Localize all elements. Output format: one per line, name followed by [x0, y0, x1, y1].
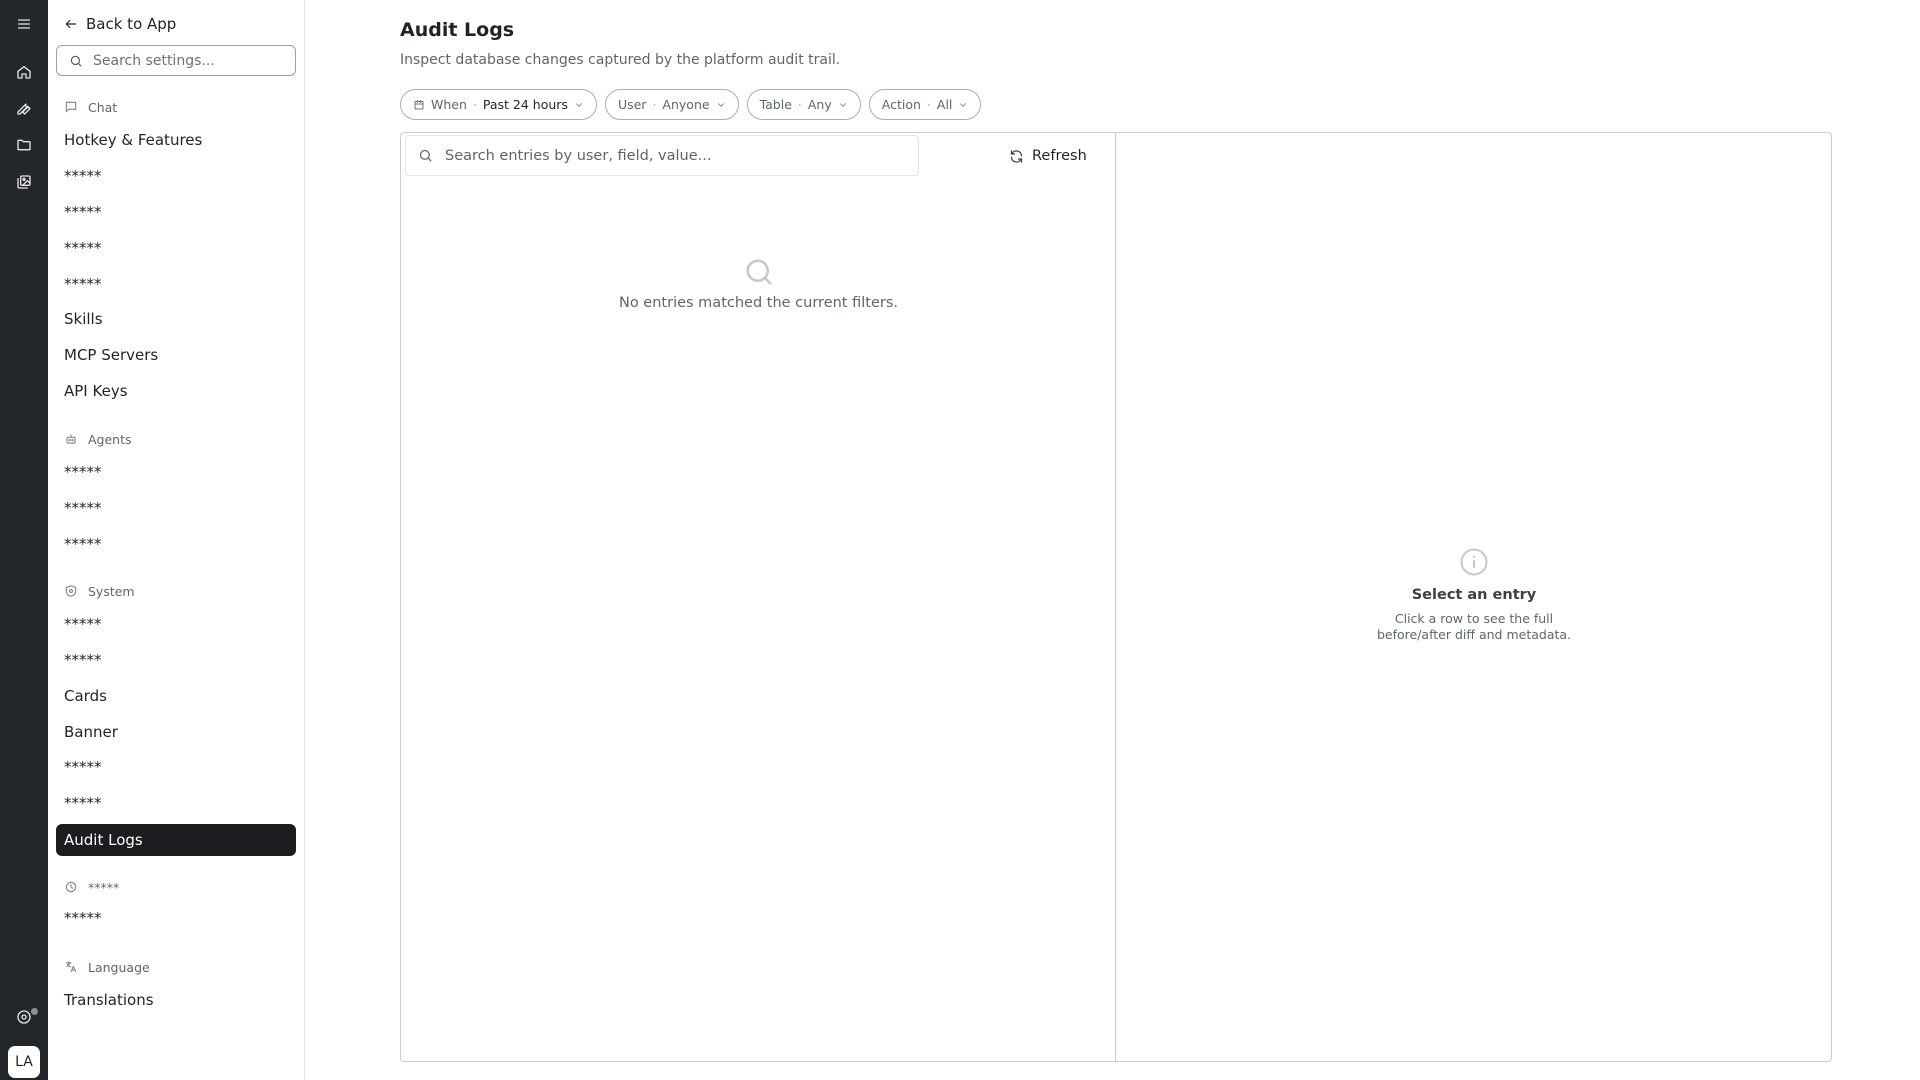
wrench-icon[interactable]: [8, 92, 40, 124]
section-label: *****: [88, 879, 120, 895]
support-icon[interactable]: [8, 1001, 40, 1033]
sidebar-item-hidden[interactable]: *****: [56, 751, 296, 783]
language-icon: [65, 961, 77, 973]
chevron-down-icon: [717, 102, 724, 107]
empty-state-text: No entries matched the current filters.: [618, 295, 898, 311]
sidebar-item-hidden[interactable]: *****: [56, 528, 296, 560]
filter-value: Past 24 hours: [482, 97, 568, 112]
section-hidden: *****: [64, 878, 119, 896]
sidebar-item-hidden[interactable]: *****: [56, 160, 296, 192]
refresh-icon: [1010, 149, 1023, 163]
menu-icon[interactable]: [8, 8, 40, 40]
filter-value: All: [936, 97, 953, 112]
sidebar-item-audit-logs[interactable]: Audit Logs: [56, 824, 296, 856]
page-title: Audit Logs: [400, 19, 515, 41]
filter-label: Table: [759, 97, 792, 112]
clock-icon: [65, 881, 77, 893]
empty-state: No entries matched the current filters.: [401, 257, 1116, 311]
info-icon: [1460, 548, 1488, 576]
filter-value: Anyone: [662, 97, 710, 112]
sidebar-item-hidden[interactable]: *****: [56, 644, 296, 676]
section-language: Language: [64, 958, 150, 976]
chat-icon: [65, 101, 77, 113]
sidebar-item-skills[interactable]: Skills: [56, 303, 296, 335]
select-entry-placeholder: Select an entry Click a row to see the f…: [1116, 547, 1831, 643]
back-to-app-link[interactable]: Back to App: [64, 12, 176, 36]
calendar-icon: [414, 99, 424, 109]
separator-dot: ·: [472, 97, 477, 112]
detail-description-line: before/after diff and metadata.: [1376, 627, 1572, 642]
filter-label: User: [617, 97, 647, 112]
sidebar-item-hidden[interactable]: *****: [56, 456, 296, 488]
settings-search[interactable]: [56, 45, 296, 76]
sidebar-item-hidden[interactable]: *****: [56, 232, 296, 264]
sidebar-item-translations[interactable]: Translations: [56, 984, 296, 1016]
separator-dot: ·: [797, 97, 802, 112]
filter-when[interactable]: When · Past 24 hours: [400, 89, 597, 120]
sidebar-item-hidden[interactable]: *****: [56, 787, 296, 819]
main-content: Audit Logs Inspect database changes capt…: [305, 0, 1920, 1080]
app-root: LA Back to App Chat Hotkey & Features **…: [0, 0, 1920, 1080]
avatar[interactable]: LA: [8, 1046, 40, 1078]
section-agents: Agents: [64, 430, 132, 448]
sidebar-item-api-keys[interactable]: API Keys: [56, 375, 296, 407]
chevron-down-icon: [960, 102, 967, 107]
sidebar-item-hotkey-features[interactable]: Hotkey & Features: [56, 124, 296, 156]
sidebar-item-mcp-servers[interactable]: MCP Servers: [56, 339, 296, 371]
section-label: Language: [88, 959, 150, 975]
detail-title: Select an entry: [1411, 587, 1537, 603]
section-system: System: [64, 582, 135, 600]
filter-label: When: [431, 97, 467, 112]
notification-dot: [31, 1008, 38, 1015]
separator-dot: ·: [652, 97, 657, 112]
icon-rail: LA: [0, 0, 48, 1080]
section-chat: Chat: [64, 98, 117, 116]
section-label: Agents: [88, 431, 132, 447]
shield-icon: [65, 585, 77, 597]
detail-description: Click a row to see the full before/after…: [1116, 611, 1831, 643]
arrow-left-icon: [65, 19, 77, 29]
robot-icon: [66, 434, 76, 444]
settings-search-input[interactable]: [93, 52, 283, 69]
entry-search[interactable]: [405, 135, 919, 176]
search-icon: [746, 259, 771, 285]
section-label: Chat: [88, 99, 118, 115]
entries-list-pane: Refresh No entries matched the current f…: [401, 133, 1116, 1061]
chevron-down-icon: [839, 102, 846, 107]
search-icon: [419, 149, 432, 162]
sidebar-item-hidden[interactable]: *****: [56, 492, 296, 524]
folder-icon[interactable]: [8, 129, 40, 161]
audit-log-panel: Refresh No entries matched the current f…: [400, 132, 1832, 1062]
home-icon[interactable]: [8, 56, 40, 88]
filter-action[interactable]: Action · All: [868, 89, 982, 120]
page-subtitle: Inspect database changes captured by the…: [400, 52, 841, 68]
filter-bar: When · Past 24 hours User · Anyone Table…: [400, 89, 982, 120]
filter-value: Any: [807, 97, 832, 112]
sidebar-item-cards[interactable]: Cards: [56, 680, 296, 712]
sidebar-item-hidden[interactable]: *****: [56, 268, 296, 300]
entry-search-input[interactable]: [445, 147, 905, 164]
settings-sidebar: Back to App Chat Hotkey & Features *****…: [48, 0, 305, 1080]
filter-user[interactable]: User · Anyone: [604, 89, 739, 120]
separator-dot: ·: [926, 97, 931, 112]
detail-description-line: Click a row to see the full: [1394, 611, 1554, 626]
search-icon: [70, 55, 82, 67]
filter-table[interactable]: Table · Any: [746, 89, 861, 120]
gallery-icon[interactable]: [8, 166, 40, 198]
section-label: System: [88, 583, 135, 599]
chevron-down-icon: [576, 102, 582, 107]
sidebar-item-banner[interactable]: Banner: [56, 716, 296, 748]
entry-detail-pane: Select an entry Click a row to see the f…: [1116, 133, 1831, 1061]
sidebar-item-hidden[interactable]: *****: [56, 196, 296, 228]
sidebar-item-hidden[interactable]: *****: [56, 902, 296, 934]
refresh-button[interactable]: Refresh: [1009, 145, 1087, 167]
back-label: Back to App: [86, 15, 177, 33]
filter-label: Action: [881, 97, 921, 112]
sidebar-item-hidden[interactable]: *****: [56, 608, 296, 640]
refresh-label: Refresh: [1032, 148, 1087, 164]
